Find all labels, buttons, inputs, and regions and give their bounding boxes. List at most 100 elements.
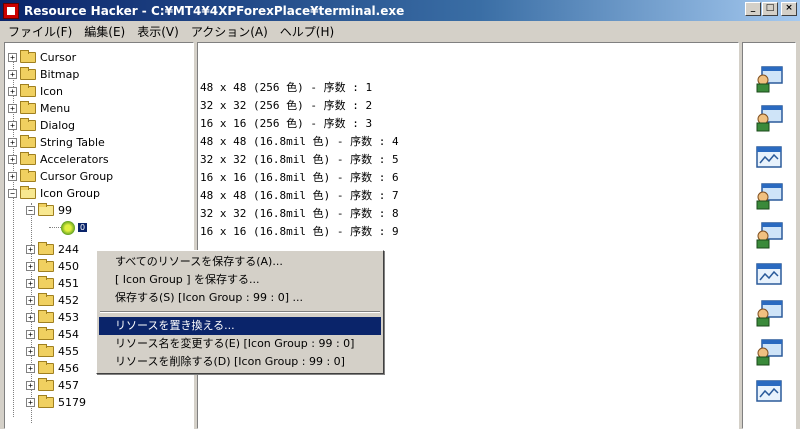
collapse-icon[interactable]: − xyxy=(8,189,17,198)
tree-item-label: 454 xyxy=(58,328,79,341)
collapse-icon[interactable]: − xyxy=(26,206,35,215)
tree-item-label: Menu xyxy=(40,102,71,115)
tree-item-455[interactable]: + 455 xyxy=(26,343,79,360)
window-title: Resource Hacker - C:¥MT4¥4XPForexPlace¥t… xyxy=(24,3,405,18)
expand-icon[interactable]: + xyxy=(8,121,17,130)
title-bar: Resource Hacker - C:¥MT4¥4XPForexPlace¥t… xyxy=(0,0,800,21)
expand-icon[interactable]: + xyxy=(8,53,17,62)
tree-item-0[interactable]: 0 xyxy=(61,219,87,236)
icon-entry-line: 48 x 48 (16.8mil 色) - 序数 : 4 xyxy=(200,135,399,148)
tree-item-icon[interactable]: + Icon xyxy=(8,83,63,100)
expand-icon[interactable]: + xyxy=(26,262,35,271)
expand-icon[interactable]: + xyxy=(8,138,17,147)
app-icon[interactable] xyxy=(3,2,19,19)
tree-item-453[interactable]: + 453 xyxy=(26,309,79,326)
window-controls: _ □ × xyxy=(744,2,797,16)
chart-window-icon xyxy=(756,263,782,285)
folder-icon xyxy=(38,310,54,323)
folder-icon xyxy=(20,67,36,80)
folder-icon xyxy=(38,259,54,272)
icon-entry-line: 32 x 32 (256 色) - 序数 : 2 xyxy=(200,99,373,112)
tree-item-label: Bitmap xyxy=(40,68,80,81)
tree-item-244[interactable]: + 244 xyxy=(26,241,79,258)
expand-icon[interactable]: + xyxy=(26,245,35,254)
expand-icon[interactable]: + xyxy=(26,330,35,339)
tree-item-label: Accelerators xyxy=(40,153,109,166)
tree-item-menu[interactable]: + Menu xyxy=(8,100,70,117)
expand-icon[interactable]: + xyxy=(8,70,17,79)
chart-window-icon xyxy=(756,380,782,402)
open-folder-icon xyxy=(20,186,36,199)
expand-icon[interactable]: + xyxy=(26,364,35,373)
close-button[interactable]: × xyxy=(781,2,797,16)
tree-item-label: 455 xyxy=(58,345,79,358)
menu-item-save-all[interactable]: すべてのリソースを保存する(A)... xyxy=(99,253,381,271)
menu-item-save-resource[interactable]: 保存する(S) [Icon Group : 99 : 0] ... xyxy=(99,289,381,307)
menu-view[interactable]: 表示(V) xyxy=(131,23,185,40)
menu-action[interactable]: アクション(A) xyxy=(185,23,274,40)
menu-item-delete-resource[interactable]: リソースを削除する(D) [Icon Group : 99 : 0] xyxy=(99,353,381,371)
folder-icon xyxy=(20,169,36,182)
tree-item-cursor[interactable]: + Cursor xyxy=(8,49,76,66)
terminal-person-icon xyxy=(756,183,783,210)
menu-item-save-group[interactable]: [ Icon Group ] を保存する... xyxy=(99,271,381,289)
selected-leaf-label: 0 xyxy=(78,223,87,232)
expand-icon[interactable]: + xyxy=(26,381,35,390)
tree-item-5179[interactable]: + 5179 xyxy=(26,394,86,411)
tree-item-label: String Table xyxy=(40,136,105,149)
tree-item-label: 457 xyxy=(58,379,79,392)
expand-icon[interactable]: + xyxy=(26,279,35,288)
tree-item-label: Cursor Group xyxy=(40,170,114,183)
terminal-person-icon xyxy=(756,339,783,366)
icon-entry-line: 16 x 16 (16.8mil 色) - 序数 : 9 xyxy=(200,225,399,238)
terminal-person-icon xyxy=(756,66,783,93)
tree-item-icon-group[interactable]: − Icon Group xyxy=(8,185,100,202)
expand-icon[interactable]: + xyxy=(26,347,35,356)
maximize-button[interactable]: □ xyxy=(762,2,778,16)
tree-item-label: 456 xyxy=(58,362,79,375)
minimize-button[interactable]: _ xyxy=(745,2,761,16)
open-folder-icon xyxy=(38,203,54,216)
folder-icon xyxy=(20,152,36,165)
icon-entry-line: 48 x 48 (16.8mil 色) - 序数 : 7 xyxy=(200,189,399,202)
tree-item-457[interactable]: + 457 xyxy=(26,377,79,394)
tree-item-cursor-group[interactable]: + Cursor Group xyxy=(8,168,113,185)
folder-icon xyxy=(38,378,54,391)
menu-help[interactable]: ヘルプ(H) xyxy=(274,23,340,40)
folder-icon xyxy=(20,118,36,131)
tree-item-450[interactable]: + 450 xyxy=(26,258,79,275)
menu-item-replace-resource[interactable]: リソースを置き換える... xyxy=(99,317,381,335)
folder-icon xyxy=(20,101,36,114)
icon-entry-line: 16 x 16 (16.8mil 色) - 序数 : 6 xyxy=(200,171,399,184)
tree-item-452[interactable]: + 452 xyxy=(26,292,79,309)
tree-item-string-table[interactable]: + String Table xyxy=(8,134,105,151)
terminal-person-icon xyxy=(756,222,783,249)
expand-icon[interactable]: + xyxy=(8,104,17,113)
tree-item-label: 453 xyxy=(58,311,79,324)
expand-icon[interactable]: + xyxy=(8,172,17,181)
tree-item-label: 451 xyxy=(58,277,79,290)
icon-entry-line: 32 x 32 (16.8mil 色) - 序数 : 8 xyxy=(200,207,399,220)
tree-item-dialog[interactable]: + Dialog xyxy=(8,117,75,134)
folder-icon xyxy=(20,135,36,148)
icon-entry-line: 32 x 32 (16.8mil 色) - 序数 : 5 xyxy=(200,153,399,166)
expand-icon[interactable]: + xyxy=(26,398,35,407)
tree-item-454[interactable]: + 454 xyxy=(26,326,79,343)
tree-item-label: Cursor xyxy=(40,51,77,64)
menu-edit[interactable]: 編集(E) xyxy=(78,23,131,40)
expand-icon[interactable]: + xyxy=(8,155,17,164)
menu-item-rename-resource[interactable]: リソース名を変更する(E) [Icon Group : 99 : 0] xyxy=(99,335,381,353)
terminal-person-icon xyxy=(756,300,783,327)
menu-file[interactable]: ファイル(F) xyxy=(2,23,78,40)
tree-item-456[interactable]: + 456 xyxy=(26,360,79,377)
tree-item-label: 244 xyxy=(58,243,79,256)
tree-item-accelerators[interactable]: + Accelerators xyxy=(8,151,109,168)
expand-icon[interactable]: + xyxy=(26,296,35,305)
tree-item-451[interactable]: + 451 xyxy=(26,275,79,292)
expand-icon[interactable]: + xyxy=(8,87,17,96)
tree-item-99[interactable]: − 99 xyxy=(26,202,72,219)
expand-icon[interactable]: + xyxy=(26,313,35,322)
tree-item-label: 5179 xyxy=(58,396,86,409)
tree-item-label: 452 xyxy=(58,294,79,307)
tree-item-bitmap[interactable]: + Bitmap xyxy=(8,66,79,83)
